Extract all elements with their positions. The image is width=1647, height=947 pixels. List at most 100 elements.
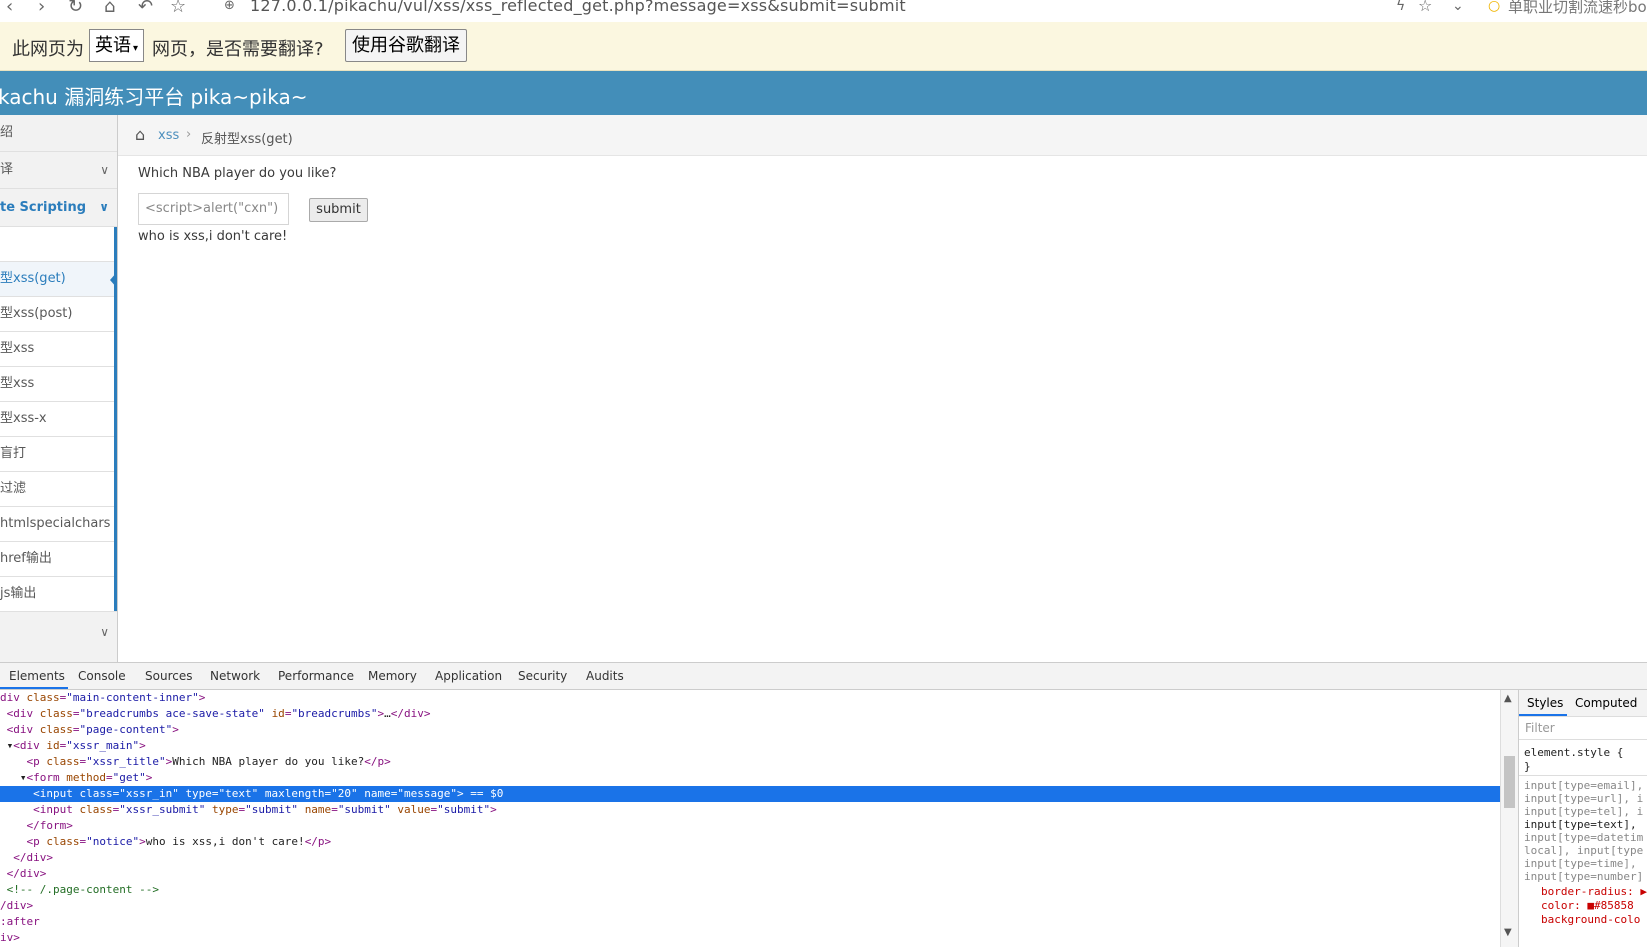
- undo-icon[interactable]: ↶: [138, 0, 153, 17]
- style-selector: input[type=email],: [1524, 779, 1644, 792]
- back-icon[interactable]: ‹: [6, 0, 13, 17]
- translate-prompt: 此网页为: [12, 39, 84, 60]
- style-property[interactable]: border-radius: ▶: [1541, 885, 1647, 898]
- language-select[interactable]: 英语 ▾: [89, 29, 145, 62]
- home-icon[interactable]: ⌂: [104, 0, 115, 17]
- style-selector: input[type=number]: [1524, 870, 1644, 883]
- dom-node[interactable]: </div>: [0, 850, 1500, 866]
- lightning-icon[interactable]: ϟ: [1396, 0, 1405, 14]
- style-property[interactable]: color: ■#85858: [1541, 899, 1634, 912]
- tab-styles[interactable]: Styles: [1527, 696, 1563, 710]
- submit-button[interactable]: submit: [309, 198, 368, 222]
- dom-node-selected[interactable]: <input class="xssr_in" type="text" maxle…: [0, 786, 1500, 802]
- tab-console[interactable]: Console: [78, 669, 126, 683]
- chevron-down-icon: ∨: [100, 625, 109, 639]
- site-title[interactable]: kachu 漏洞练习平台 pika~pika~: [0, 81, 308, 110]
- address-bar[interactable]: 127.0.0.1/pikachu/vul/xss/xss_reflected_…: [250, 0, 906, 15]
- bookmark-star-icon[interactable]: ☆: [1418, 0, 1432, 15]
- sidebar-item-label: href输出: [0, 551, 52, 566]
- divider: [1519, 775, 1647, 776]
- styles-filter-input[interactable]: Filter: [1519, 717, 1647, 740]
- devtools-panel: Elements Console Sources Network Perform…: [0, 662, 1647, 947]
- sidebar-subitem-href[interactable]: href输出: [0, 542, 117, 577]
- scroll-up-icon[interactable]: ▲: [1504, 693, 1512, 704]
- tab-application[interactable]: Application: [435, 669, 502, 683]
- sidebar-subitem-stored[interactable]: 型xss: [0, 332, 117, 367]
- sidebar-item-xss[interactable]: te Scripting ∨: [0, 189, 117, 227]
- main-content: Which NBA player do you like? <script>al…: [118, 156, 1647, 661]
- dom-node[interactable]: ▾<div id="xssr_main">: [0, 738, 1500, 754]
- sidebar-subitem-reflected-post[interactable]: 型xss(post): [0, 297, 117, 332]
- home-icon[interactable]: ⌂: [135, 125, 145, 144]
- dom-node[interactable]: </form>: [0, 818, 1500, 834]
- site-header: kachu 漏洞练习平台 pika~pika~: [0, 71, 1647, 115]
- elements-scrollbar[interactable]: ▲ ▼: [1500, 690, 1518, 947]
- dom-node[interactable]: div class="main-content-inner">: [0, 690, 1500, 706]
- translate-button[interactable]: 使用谷歌翻译: [345, 29, 467, 62]
- dom-node[interactable]: <div class="page-content">: [0, 722, 1500, 738]
- breadcrumb-link-xss[interactable]: xss: [158, 128, 179, 143]
- dom-node[interactable]: <p class="notice">who is xss,i don't car…: [0, 834, 1500, 850]
- sidebar-subitem-js[interactable]: js输出: [0, 577, 117, 612]
- style-selector: input[type=text],: [1524, 818, 1637, 831]
- scrollbar-thumb[interactable]: [1504, 756, 1515, 808]
- sidebar-item-label: 型xss(post): [0, 306, 73, 321]
- sidebar-item-label: 型xss: [0, 341, 35, 356]
- scroll-down-icon[interactable]: ▼: [1504, 927, 1512, 938]
- dom-node[interactable]: </div>: [0, 866, 1500, 882]
- style-selector: input[type=url], i: [1524, 792, 1644, 805]
- style-property[interactable]: background-colo: [1541, 913, 1640, 926]
- reload-icon[interactable]: ↻: [68, 0, 83, 17]
- sidebar-item-intro[interactable]: 绍: [0, 115, 117, 152]
- sidebar-subitem-reflected-get[interactable]: 型xss(get): [0, 262, 117, 297]
- breadcrumb-separator-icon: ›: [186, 127, 192, 142]
- sidebar-item-label: 译: [0, 162, 14, 177]
- dom-node[interactable]: <div class="breadcrumbs ace-save-state" …: [0, 706, 1500, 722]
- dom-node[interactable]: <p class="xssr_title">Which NBA player d…: [0, 754, 1500, 770]
- dom-node[interactable]: /div>: [0, 898, 1500, 914]
- star-icon[interactable]: ☆: [170, 0, 186, 17]
- dom-node[interactable]: ▾<form method="get">: [0, 770, 1500, 786]
- active-tab-indicator: [1519, 714, 1567, 716]
- sidebar-item-translate[interactable]: 译 ∨: [0, 152, 117, 189]
- search-engine-icon[interactable]: ○: [1488, 0, 1500, 14]
- tab-security[interactable]: Security: [518, 669, 567, 683]
- sidebar-item-next[interactable]: ∨: [0, 612, 117, 652]
- style-rule: }: [1524, 760, 1531, 773]
- forward-icon[interactable]: ›: [38, 0, 45, 17]
- sidebar-item-label: htmlspecialchars: [0, 516, 111, 531]
- sidebar-subitem-filter[interactable]: 过滤: [0, 472, 117, 507]
- sidebar-item-label: te Scripting: [0, 200, 87, 215]
- dom-node[interactable]: <input class="xssr_submit" type="submit"…: [0, 802, 1500, 818]
- tab-performance[interactable]: Performance: [278, 669, 354, 683]
- chevron-down-icon[interactable]: ⌄: [1452, 0, 1464, 14]
- style-selector: input[type=datetim: [1524, 831, 1644, 844]
- sidebar-subitem-dom[interactable]: 型xss: [0, 367, 117, 402]
- dom-node[interactable]: :after: [0, 914, 1500, 930]
- active-tab-indicator: [0, 687, 68, 689]
- dom-node[interactable]: iv>: [0, 930, 1500, 946]
- style-rule[interactable]: element.style {: [1524, 746, 1623, 759]
- tab-elements[interactable]: Elements: [9, 669, 65, 683]
- sidebar-subitem-dom-x[interactable]: 型xss-x: [0, 402, 117, 437]
- browser-toolbar: ‹ › ↻ ⌂ ↶ ☆ ⊕ 127.0.0.1/pikachu/vul/xss/…: [0, 0, 1647, 23]
- tab-audits[interactable]: Audits: [586, 669, 624, 683]
- sidebar-item-label: 绍: [0, 125, 14, 140]
- dom-node[interactable]: <!-- /.page-content -->: [0, 882, 1500, 898]
- site-info-icon[interactable]: ⊕: [224, 0, 235, 13]
- breadcrumb: ⌂ xss › 反射型xss(get): [118, 115, 1647, 156]
- sidebar-subitem-blind[interactable]: 盲打: [0, 437, 117, 472]
- tab-memory[interactable]: Memory: [368, 669, 417, 683]
- notice-text: who is xss,i don't care!: [138, 229, 288, 244]
- tab-computed[interactable]: Computed: [1575, 696, 1637, 710]
- tab-network[interactable]: Network: [210, 669, 260, 683]
- tab-sources[interactable]: Sources: [145, 669, 192, 683]
- search-suggestion[interactable]: 单职业切割流速秒bo: [1508, 0, 1647, 17]
- translate-bar: 此网页为 英语 ▾ 网页，是否需要翻译? 使用谷歌翻译: [0, 22, 1647, 71]
- breadcrumb-current: 反射型xss(get): [201, 132, 293, 147]
- dropdown-arrow-icon: ▾: [133, 43, 139, 54]
- sidebar-item-label: 型xss: [0, 376, 35, 391]
- sidebar-subitem-overview[interactable]: [0, 227, 117, 262]
- message-input[interactable]: <script>alert("cxn"): [138, 193, 289, 225]
- sidebar-subitem-htmlspecialchars[interactable]: htmlspecialchars: [0, 507, 117, 542]
